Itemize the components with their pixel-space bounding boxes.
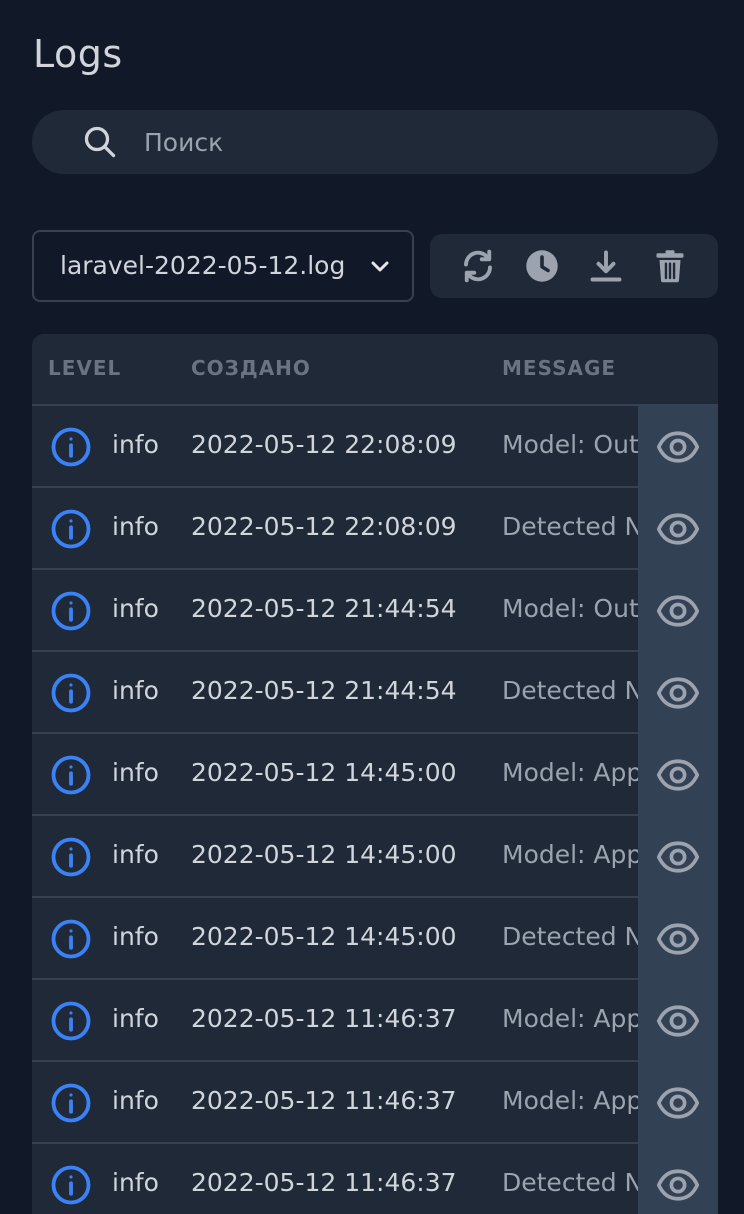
row-level: info bbox=[112, 758, 159, 787]
info-icon bbox=[51, 919, 91, 959]
view-entry-button[interactable] bbox=[638, 980, 718, 1062]
row-created: 2022-05-12 22:08:09 bbox=[191, 430, 457, 459]
view-entry-button[interactable] bbox=[638, 406, 718, 488]
logs-page: Logs laravel-2022-05-12.log bbox=[0, 0, 744, 1214]
row-level: info bbox=[112, 1004, 159, 1033]
table-row[interactable]: info 2022-05-12 11:46:37 Model: App bbox=[32, 980, 718, 1062]
info-icon bbox=[51, 1165, 91, 1205]
eye-icon bbox=[656, 1087, 700, 1119]
row-created: 2022-05-12 22:08:09 bbox=[191, 512, 457, 541]
view-entry-button[interactable] bbox=[638, 488, 718, 570]
column-header-level[interactable]: LEVEL bbox=[48, 356, 121, 380]
view-entry-button[interactable] bbox=[638, 1144, 718, 1214]
trash-icon[interactable] bbox=[652, 248, 688, 284]
info-icon bbox=[51, 1083, 91, 1123]
eye-icon bbox=[656, 1005, 700, 1037]
log-file-select-value: laravel-2022-05-12.log bbox=[60, 251, 346, 280]
row-created: 2022-05-12 21:44:54 bbox=[191, 676, 457, 705]
eye-icon bbox=[656, 677, 700, 709]
row-created: 2022-05-12 11:46:37 bbox=[191, 1004, 457, 1033]
row-created: 2022-05-12 14:45:00 bbox=[191, 758, 457, 787]
row-message: Model: App bbox=[502, 840, 638, 869]
row-message: Model: Out bbox=[502, 430, 638, 459]
eye-icon bbox=[656, 513, 700, 545]
row-level: info bbox=[112, 840, 159, 869]
refresh-icon[interactable] bbox=[460, 248, 496, 284]
view-entry-button[interactable] bbox=[638, 816, 718, 898]
search-icon bbox=[84, 126, 116, 158]
info-icon bbox=[51, 591, 91, 631]
view-entry-button[interactable] bbox=[638, 570, 718, 652]
row-level: info bbox=[112, 922, 159, 951]
view-entry-button[interactable] bbox=[638, 898, 718, 980]
page-title: Logs bbox=[33, 32, 123, 76]
info-icon bbox=[51, 673, 91, 713]
search-bar[interactable] bbox=[32, 110, 718, 174]
row-message: Detected N bbox=[502, 1168, 638, 1197]
row-message: Detected N bbox=[502, 922, 638, 951]
table-row[interactable]: info 2022-05-12 14:45:00 Model: App bbox=[32, 734, 718, 816]
table-row[interactable]: info 2022-05-12 21:44:54 Model: Out bbox=[32, 570, 718, 652]
row-level: info bbox=[112, 1168, 159, 1197]
clock-icon[interactable] bbox=[524, 248, 560, 284]
row-created: 2022-05-12 14:45:00 bbox=[191, 840, 457, 869]
row-created: 2022-05-12 14:45:00 bbox=[191, 922, 457, 951]
row-level: info bbox=[112, 1086, 159, 1115]
row-message: Model: App bbox=[502, 758, 638, 787]
search-input[interactable] bbox=[144, 110, 704, 174]
view-entry-button[interactable] bbox=[638, 1062, 718, 1144]
column-header-message: MESSAGE bbox=[502, 356, 617, 380]
logs-table: LEVEL СОЗДАНО MESSAGE info 2022-05-12 22:… bbox=[32, 334, 718, 1214]
download-icon[interactable] bbox=[588, 248, 624, 284]
log-toolbar bbox=[430, 234, 718, 298]
eye-icon bbox=[656, 923, 700, 955]
row-created: 2022-05-12 11:46:37 bbox=[191, 1168, 457, 1197]
table-header: LEVEL СОЗДАНО MESSAGE bbox=[32, 334, 718, 406]
info-icon bbox=[51, 837, 91, 877]
eye-icon bbox=[656, 759, 700, 791]
row-message: Detected N bbox=[502, 512, 638, 541]
row-message: Detected N bbox=[502, 676, 638, 705]
chevron-down-icon bbox=[371, 261, 389, 272]
info-icon bbox=[51, 427, 91, 467]
eye-icon bbox=[656, 595, 700, 627]
row-level: info bbox=[112, 676, 159, 705]
eye-icon bbox=[656, 1169, 700, 1201]
table-row[interactable]: info 2022-05-12 11:46:37 Model: App bbox=[32, 1062, 718, 1144]
row-message: Model: App bbox=[502, 1086, 638, 1115]
table-row[interactable]: info 2022-05-12 21:44:54 Detected N bbox=[32, 652, 718, 734]
row-level: info bbox=[112, 430, 159, 459]
row-level: info bbox=[112, 594, 159, 623]
log-file-select[interactable]: laravel-2022-05-12.log bbox=[32, 230, 414, 302]
view-entry-button[interactable] bbox=[638, 734, 718, 816]
table-row[interactable]: info 2022-05-12 14:45:00 Detected N bbox=[32, 898, 718, 980]
row-level: info bbox=[112, 512, 159, 541]
info-icon bbox=[51, 509, 91, 549]
info-icon bbox=[51, 755, 91, 795]
table-row[interactable]: info 2022-05-12 22:08:09 Model: Out bbox=[32, 406, 718, 488]
eye-icon bbox=[656, 841, 700, 873]
row-created: 2022-05-12 21:44:54 bbox=[191, 594, 457, 623]
table-row[interactable]: info 2022-05-12 14:45:00 Model: App bbox=[32, 816, 718, 898]
table-row[interactable]: info 2022-05-12 11:46:37 Detected N bbox=[32, 1144, 718, 1214]
row-message: Model: Out bbox=[502, 594, 638, 623]
row-message: Model: App bbox=[502, 1004, 638, 1033]
table-row[interactable]: info 2022-05-12 22:08:09 Detected N bbox=[32, 488, 718, 570]
row-created: 2022-05-12 11:46:37 bbox=[191, 1086, 457, 1115]
info-icon bbox=[51, 1001, 91, 1041]
view-entry-button[interactable] bbox=[638, 652, 718, 734]
eye-icon bbox=[656, 431, 700, 463]
column-header-created[interactable]: СОЗДАНО bbox=[191, 356, 311, 380]
